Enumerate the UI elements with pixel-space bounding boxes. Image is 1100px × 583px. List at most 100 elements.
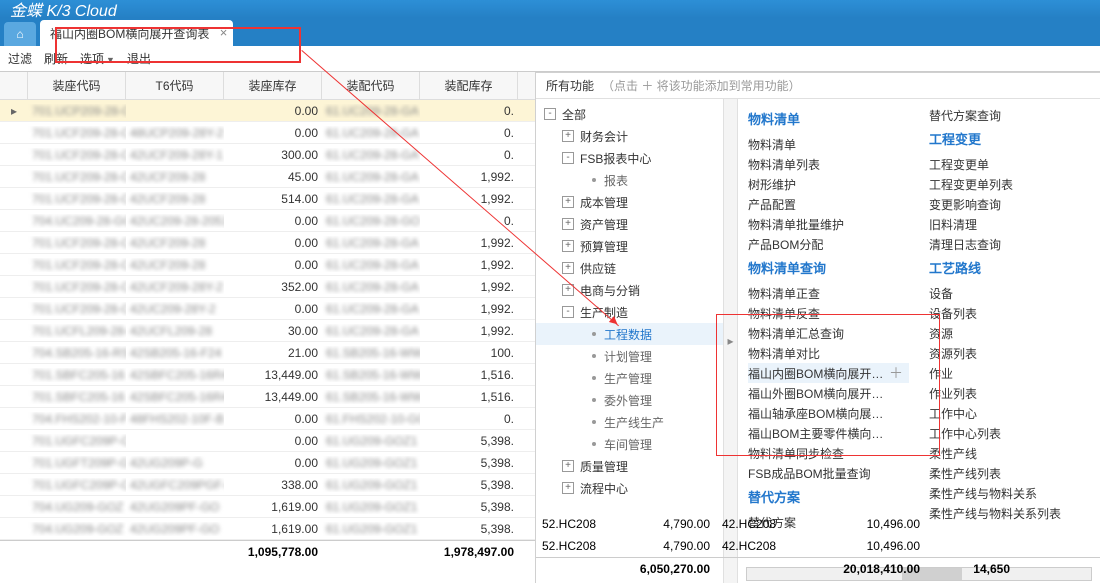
table-row[interactable]: 701.SBFC205-16 42SBFC205-16R4 13,449.00 … [0,364,535,386]
table-row[interactable]: 701.UCF209-28-C 42UC209-28Y-2 0.00 61.UC… [0,298,535,320]
plus-icon[interactable]: ＋ [889,363,909,383]
function-link[interactable]: 资源 [929,323,1090,343]
table-row[interactable]: 704.UC209-28-GC 42UC209-28-2051 0.00 61.… [0,210,535,232]
tree-item[interactable]: 工程数据 [536,323,723,345]
function-link[interactable]: 物料清单反查 [748,303,909,323]
function-link[interactable]: 工作中心列表 [929,423,1090,443]
function-link[interactable]: 工作中心 [929,403,1090,423]
tree-item[interactable]: 计划管理 [536,345,723,367]
function-link[interactable]: 物料清单对比 [748,343,909,363]
toggle-icon[interactable]: - [562,306,574,318]
table-row[interactable]: 701.UGFT209P-GC 42UG209P-G 0.00 61.UG209… [0,452,535,474]
table-row[interactable]: 704.UG209-GOZ 42UG209PF-GO 1,619.00 61.U… [0,518,535,540]
filter-button[interactable]: 过滤 [8,50,32,67]
table-row[interactable]: 701.UCF209-28-C 42UCF209-28Y-2 352.00 61… [0,276,535,298]
function-link[interactable]: 清理日志查询 [929,234,1090,254]
tab-bom-report[interactable]: 福山内圈BOM横向展开查询表 × [40,20,233,46]
table-row[interactable]: 701.UCF209-28-C 42UCF209-28Y-1 300.00 61… [0,144,535,166]
function-link[interactable]: 替代方案查询 [929,105,1090,125]
function-link[interactable]: 设备列表 [929,303,1090,323]
function-link[interactable]: 福山外圈BOM横向展开… [748,383,909,403]
function-link[interactable]: 资源列表 [929,343,1090,363]
function-link[interactable]: 产品BOM分配 [748,234,909,254]
app-title: 金蝶 K/3 Cloud [10,0,117,18]
tree-item[interactable]: +资产管理 [536,213,723,235]
tree-item[interactable]: +成本管理 [536,191,723,213]
function-link[interactable]: 柔性产线列表 [929,463,1090,483]
function-link[interactable]: 作业列表 [929,383,1090,403]
table-row[interactable]: 701.UGFC209P-C 42UGFC209PGF-G 338.00 61.… [0,474,535,496]
col-header[interactable]: 装座代码 [28,72,126,99]
function-link[interactable]: 变更影响查询 [929,194,1090,214]
tree-item[interactable]: +财务会计 [536,125,723,147]
toggle-icon[interactable]: + [562,460,574,472]
col-header[interactable]: 装配库存 [420,72,518,99]
tree-item[interactable]: -生产制造 [536,301,723,323]
function-link[interactable]: 物料清单同步检查 [748,443,909,463]
function-link[interactable]: 福山BOM主要零件横向… [748,423,909,443]
tree-item[interactable]: +质量管理 [536,455,723,477]
tree-item[interactable]: 车间管理 [536,433,723,455]
panel-divider[interactable]: ▸ [724,99,738,583]
table-row[interactable]: 701.UGFC209P-C 0.00 61.UG209-GOZ1 5,398. [0,430,535,452]
table-row[interactable]: 704.UG209-GOZ 42UG209PF-GO 1,619.00 61.U… [0,496,535,518]
home-tab[interactable]: ⌂ [4,22,36,46]
refresh-button[interactable]: 刷新 [44,50,68,67]
function-link[interactable]: 作业 [929,363,1090,383]
close-icon[interactable]: × [220,25,228,40]
tree-item[interactable]: +电商与分销 [536,279,723,301]
toggle-icon[interactable]: + [562,482,574,494]
table-row[interactable]: 704.FHS202-10-F 48FHS202-10F-B 0.00 61.F… [0,408,535,430]
table-row[interactable]: 701.UCF209-28-C 42UCF209-28 45.00 61.UC2… [0,166,535,188]
function-link[interactable]: 物料清单正查 [748,283,909,303]
function-link[interactable]: 旧料清理 [929,214,1090,234]
table-row[interactable]: 701.UCF209-28-C 42UCF209-28 0.00 61.UC20… [0,254,535,276]
function-link[interactable]: 产品配置 [748,194,909,214]
table-row[interactable]: 701.UCF209-28-C 48UCP209-28Y-2 0.00 61.U… [0,122,535,144]
table-row[interactable]: ▸ 701.UCP209-28-C 0.00 61.UC209-28-GA 0. [0,100,535,122]
function-link[interactable]: 福山内圈BOM横向展开…＋ [748,363,909,383]
function-link[interactable]: 柔性产线与物料关系 [929,483,1090,503]
function-link[interactable]: FSB成品BOM批量查询 [748,463,909,483]
toggle-icon[interactable]: + [562,262,574,274]
table-row[interactable]: 701.UCF209-28-C 42UCF209-28 0.00 61.UC20… [0,232,535,254]
grid-header: 装座代码 T6代码 装座库存 装配代码 装配库存 [0,72,535,100]
table-row[interactable]: 701.SBFC205-16 42SBFC205-16R4 13,449.00 … [0,386,535,408]
function-link[interactable]: 物料清单 [748,134,909,154]
tree-item[interactable]: -全部 [536,103,723,125]
table-row[interactable]: 701.UCF209-28-C 42UCF209-28 514.00 61.UC… [0,188,535,210]
toggle-icon[interactable]: + [562,284,574,296]
toggle-icon[interactable]: + [562,130,574,142]
function-link[interactable]: 工程变更单列表 [929,174,1090,194]
toggle-icon[interactable]: + [562,240,574,252]
col-header[interactable]: 装配代码 [322,72,420,99]
col-header[interactable]: 装座库存 [224,72,322,99]
exit-button[interactable]: 退出 [127,50,151,67]
options-button[interactable]: 选项▼ [80,50,115,67]
tree-item[interactable]: 委外管理 [536,389,723,411]
tree-item[interactable]: 报表 [536,169,723,191]
function-link[interactable]: 设备 [929,283,1090,303]
table-row[interactable]: 704.SB205-16-RS 42SB205-16-F24 21.00 61.… [0,342,535,364]
function-link[interactable]: 柔性产线 [929,443,1090,463]
toggle-icon[interactable]: - [562,152,574,164]
function-link[interactable]: 物料清单汇总查询 [748,323,909,343]
col-header[interactable]: T6代码 [126,72,224,99]
toggle-icon[interactable]: + [562,218,574,230]
table-row[interactable]: 701.UCFL209-28-C 42UCFL209-28 30.00 61.U… [0,320,535,342]
tree-item[interactable]: +预算管理 [536,235,723,257]
function-link[interactable]: 物料清单列表 [748,154,909,174]
function-link[interactable]: 物料清单批量维护 [748,214,909,234]
toggle-icon[interactable]: - [544,108,556,120]
function-link[interactable]: 福山轴承座BOM横向展… [748,403,909,423]
function-link[interactable]: 树形维护 [748,174,909,194]
toggle-icon[interactable]: + [562,196,574,208]
tree-item[interactable]: 生产管理 [536,367,723,389]
tree-item[interactable]: +供应链 [536,257,723,279]
tree-item[interactable]: -FSB报表中心 [536,147,723,169]
tree-item[interactable]: +流程中心 [536,477,723,499]
link-group: 工艺路线 [929,258,1090,277]
tree-item[interactable]: 生产线生产 [536,411,723,433]
function-link[interactable]: 工程变更单 [929,154,1090,174]
home-icon: ⌂ [16,27,23,41]
